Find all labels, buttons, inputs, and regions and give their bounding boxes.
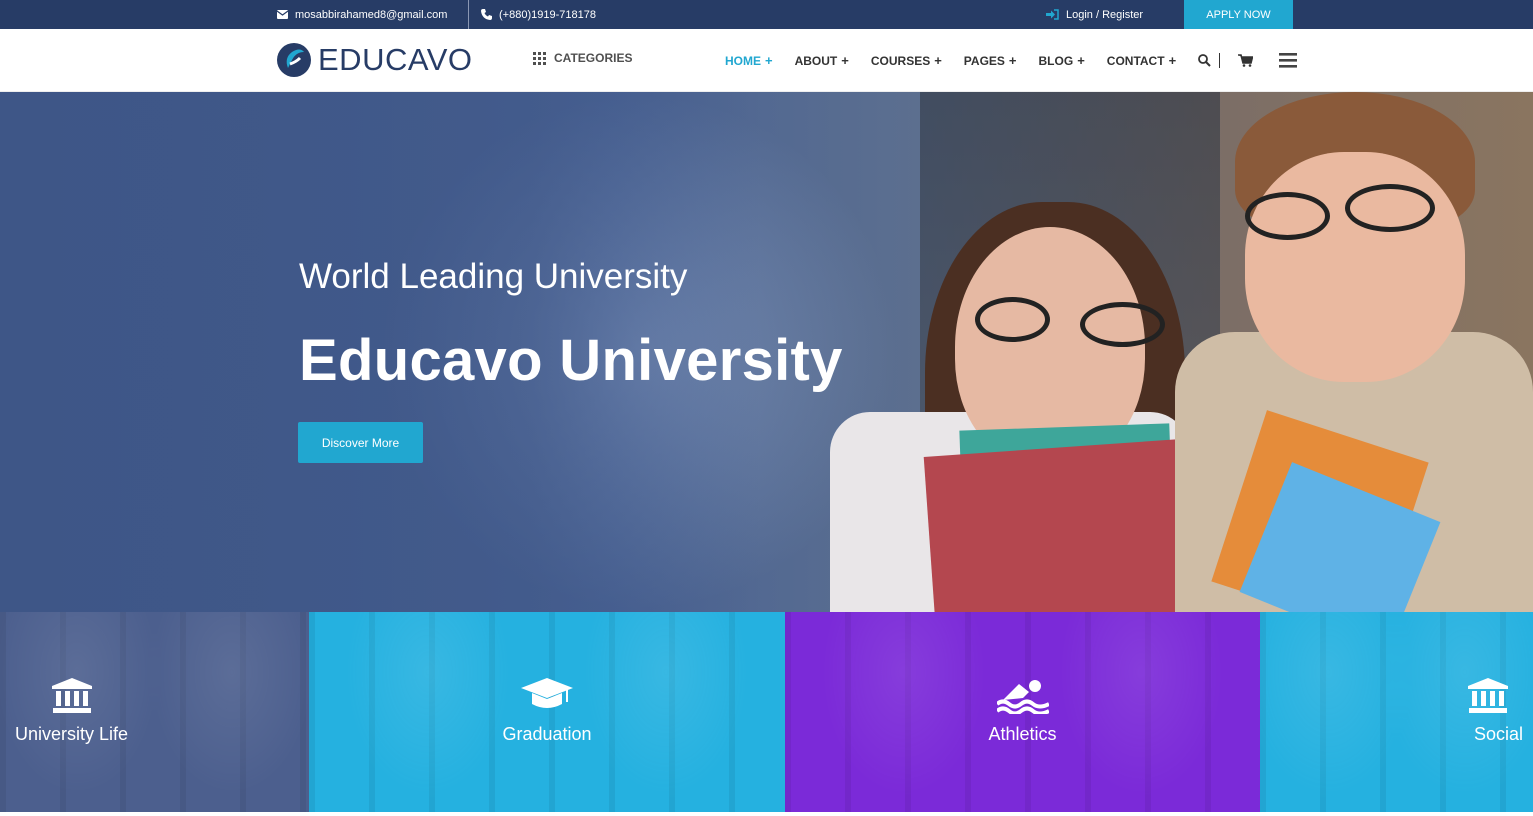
graduation-cap-icon bbox=[521, 678, 573, 708]
plus-icon: + bbox=[1168, 53, 1177, 68]
main-nav: HOME + ABOUT + COURSES + PAGES + BLOG + CONTA… bbox=[725, 29, 1198, 92]
red-folder bbox=[923, 437, 1217, 612]
categories-label: CATEGORIES bbox=[554, 51, 633, 65]
feature-tile-university-life[interactable]: University Life bbox=[0, 612, 309, 812]
nav-label: CONTACT bbox=[1106, 53, 1165, 68]
envelope-icon bbox=[277, 10, 288, 19]
feature-tile-athletics[interactable]: Athletics bbox=[785, 612, 1260, 812]
feature-tile-graduation[interactable]: Graduation bbox=[309, 612, 785, 812]
boy-glasses-right bbox=[1345, 184, 1435, 232]
nav-label: ABOUT bbox=[794, 53, 838, 68]
email-contact[interactable]: mosabbirahamed8@gmail.com bbox=[277, 0, 447, 29]
nav-item-about[interactable]: ABOUT + bbox=[795, 53, 849, 68]
nav-item-courses[interactable]: COURSES + bbox=[871, 53, 942, 68]
phone-contact[interactable]: (+880)1919-718178 bbox=[481, 0, 596, 29]
hero-title: Educavo University bbox=[299, 328, 843, 393]
feature-tile-social[interactable]: Social bbox=[1260, 612, 1533, 812]
grid-icon bbox=[533, 51, 546, 65]
plus-icon: + bbox=[1077, 53, 1085, 68]
feature-label: Social bbox=[1473, 724, 1523, 744]
girl-glasses-left bbox=[975, 297, 1050, 342]
plus-icon: + bbox=[934, 53, 942, 68]
cart-icon[interactable] bbox=[1238, 54, 1253, 67]
boy-glasses-left bbox=[1245, 192, 1330, 240]
feature-label: University Life bbox=[15, 724, 129, 744]
sign-in-icon bbox=[1046, 9, 1059, 20]
logo[interactable]: EDUCAVO bbox=[276, 42, 473, 78]
email-text: mosabbirahamed8@gmail.com bbox=[295, 8, 448, 21]
top-bar: mosabbirahamed8@gmail.com (+880)1919-718… bbox=[0, 0, 1533, 29]
login-register-link[interactable]: Login / Register bbox=[1046, 0, 1143, 29]
feature-label: Graduation bbox=[502, 724, 592, 744]
girl-glasses-right bbox=[1080, 302, 1165, 347]
search-icon[interactable] bbox=[1198, 54, 1211, 67]
discover-more-button[interactable]: Discover More bbox=[298, 422, 423, 463]
logo-text: EDUCAVO bbox=[318, 42, 473, 77]
phone-icon bbox=[481, 9, 492, 20]
hamburger-menu-icon[interactable] bbox=[1279, 53, 1297, 68]
hero-banner: World Leading University Educavo Univers… bbox=[0, 92, 1533, 612]
header-tools bbox=[1198, 29, 1297, 92]
plus-icon: + bbox=[841, 53, 849, 68]
nav-label: BLOG bbox=[1038, 53, 1074, 68]
apply-now-button[interactable]: APPLY NOW bbox=[1184, 0, 1293, 29]
topbar-divider bbox=[468, 0, 469, 29]
educavo-logo-icon bbox=[277, 43, 311, 77]
phone-text: (+880)1919-718178 bbox=[499, 8, 596, 21]
feature-strip: University Life Graduation Athletics Soc… bbox=[0, 612, 1533, 812]
plus-icon: + bbox=[765, 53, 773, 68]
nav-item-contact[interactable]: CONTACT + bbox=[1107, 53, 1176, 68]
swimmer-icon bbox=[996, 680, 1049, 714]
nav-item-home[interactable]: HOME + bbox=[725, 53, 773, 68]
tools-divider bbox=[1219, 53, 1220, 68]
nav-item-blog[interactable]: BLOG + bbox=[1039, 53, 1085, 68]
student-boy-face bbox=[1245, 152, 1465, 382]
plus-icon: + bbox=[1008, 53, 1017, 68]
nav-item-pages[interactable]: PAGES + bbox=[964, 53, 1017, 68]
nav-label: PAGES bbox=[963, 53, 1005, 68]
hero-subtitle: World Leading University bbox=[299, 257, 688, 296]
main-header: EDUCAVO CATEGORIES HOME + ABOUT + COURSES +… bbox=[0, 29, 1533, 92]
nav-label: HOME bbox=[725, 53, 761, 68]
login-text: Login / Register bbox=[1066, 8, 1144, 21]
university-icon bbox=[52, 678, 92, 713]
feature-label: Athletics bbox=[988, 724, 1057, 744]
categories-menu[interactable]: CATEGORIES bbox=[533, 51, 632, 65]
nav-label: COURSES bbox=[870, 53, 931, 68]
university-icon bbox=[1468, 678, 1508, 713]
